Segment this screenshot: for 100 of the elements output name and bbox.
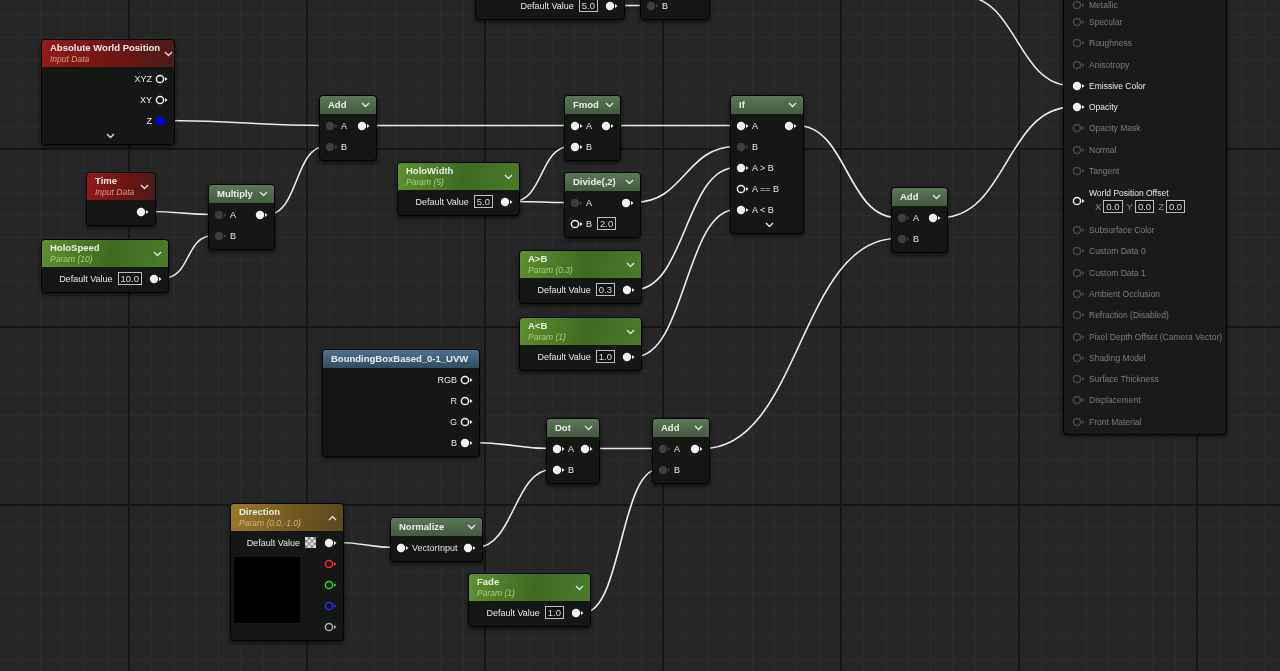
pin-label: A == B bbox=[752, 183, 780, 194]
connection-pin[interactable] bbox=[463, 542, 476, 553]
connection-pin[interactable] bbox=[1072, 102, 1085, 113]
connection-pin[interactable] bbox=[324, 621, 337, 632]
connection-pin[interactable] bbox=[460, 416, 473, 427]
connection-pin[interactable] bbox=[324, 579, 337, 590]
chevron-icon[interactable] bbox=[164, 50, 174, 57]
node-title: Divide(,2) bbox=[573, 176, 616, 188]
connection-pin[interactable] bbox=[460, 395, 473, 406]
value-field[interactable]: 0.0 bbox=[1165, 200, 1186, 214]
node-title: If bbox=[739, 99, 745, 111]
connection-pin[interactable] bbox=[149, 273, 162, 284]
pin-label: B bbox=[341, 141, 347, 152]
node-title: HoloWidth bbox=[406, 165, 454, 177]
connection-pin[interactable] bbox=[570, 120, 583, 131]
pin-label: Default Value bbox=[59, 273, 113, 284]
node-title: Fmod bbox=[573, 99, 599, 111]
connection-pin[interactable] bbox=[324, 537, 337, 548]
chevron-icon[interactable] bbox=[140, 183, 149, 190]
pin-label: Emissive Color bbox=[1089, 80, 1146, 91]
connection-pin[interactable] bbox=[396, 542, 409, 553]
connection-pin[interactable] bbox=[1072, 195, 1085, 206]
connection-pin[interactable] bbox=[1072, 80, 1085, 91]
connection-pin[interactable] bbox=[622, 351, 635, 362]
chevron-icon[interactable] bbox=[328, 514, 337, 521]
node-title: Add bbox=[328, 99, 347, 111]
node-subtitle: Param (1) bbox=[528, 332, 566, 343]
connection-pin[interactable] bbox=[571, 607, 584, 618]
value-field[interactable]: 0.0 bbox=[1103, 200, 1123, 214]
node-title: A>B bbox=[528, 253, 549, 265]
axis-label: Y bbox=[1126, 201, 1133, 213]
pin-label: Z bbox=[146, 115, 152, 126]
pin-label: Opacity Mask bbox=[1089, 123, 1141, 134]
pin-label: A bbox=[913, 212, 919, 223]
value-field[interactable]: 0.0 bbox=[1134, 200, 1155, 214]
pin-label: Roughness bbox=[1089, 38, 1132, 49]
connection-pin[interactable] bbox=[580, 443, 593, 454]
connection-pin[interactable] bbox=[570, 218, 583, 229]
value-field[interactable]: 5.0 bbox=[578, 0, 598, 12]
node-subtitle: Param (10) bbox=[50, 254, 94, 265]
connection-pin[interactable] bbox=[552, 443, 565, 454]
connection-pin[interactable] bbox=[622, 284, 635, 295]
connection-pin[interactable] bbox=[570, 141, 583, 152]
node-title: Time bbox=[95, 175, 118, 187]
connection-pin[interactable] bbox=[621, 197, 634, 208]
connection-pin[interactable] bbox=[601, 120, 614, 131]
connection-pin[interactable] bbox=[460, 374, 473, 385]
pin-label: Shading Model bbox=[1089, 352, 1146, 363]
axis-label: X bbox=[1095, 201, 1102, 213]
connection-pin[interactable] bbox=[136, 206, 149, 217]
connection-pin[interactable] bbox=[552, 464, 565, 475]
pin-label: Pixel Depth Offset (Camera Vector) bbox=[1089, 331, 1223, 342]
value-field[interactable]: 10.0 bbox=[117, 272, 142, 285]
connection-pin[interactable] bbox=[255, 209, 268, 220]
connection-pin[interactable] bbox=[460, 437, 473, 448]
node-title: Fade bbox=[477, 576, 501, 588]
pin-label: Ambient Occlusion bbox=[1089, 289, 1160, 299]
connection-pin[interactable] bbox=[736, 120, 749, 131]
pin-label: R bbox=[450, 395, 457, 406]
connection-pin[interactable] bbox=[736, 162, 749, 173]
connection-pin[interactable] bbox=[357, 120, 370, 131]
chevron-icon[interactable] bbox=[105, 133, 115, 139]
node-title: Multiply bbox=[217, 188, 253, 200]
node-title: Normalize bbox=[399, 521, 445, 533]
pin-label: Custom Data 1 bbox=[1089, 267, 1146, 278]
pin-label: Default Value bbox=[537, 351, 591, 362]
value-field[interactable]: 1.0 bbox=[544, 606, 564, 619]
pin-label: A bbox=[230, 209, 236, 220]
node-subtitle: Input Data bbox=[50, 54, 91, 65]
pin-label: A bbox=[586, 197, 592, 208]
node-subtitle: Input Data bbox=[95, 187, 135, 198]
chevron-icon[interactable] bbox=[764, 222, 774, 228]
connection-pin[interactable] bbox=[736, 183, 749, 194]
connection-pin[interactable] bbox=[500, 196, 513, 207]
pin-label: Default Value bbox=[486, 607, 540, 618]
pin-label: A < B bbox=[752, 204, 774, 215]
pin-label: A bbox=[674, 443, 680, 454]
connection-pin[interactable] bbox=[784, 120, 797, 131]
connection-pin[interactable] bbox=[736, 204, 749, 215]
pin-label: A bbox=[586, 120, 592, 131]
pin-label: Tangent bbox=[1089, 166, 1120, 176]
value-field[interactable]: 5.0 bbox=[473, 195, 493, 208]
connection-pin[interactable] bbox=[155, 73, 168, 84]
node-title: Add bbox=[661, 422, 680, 434]
pin-label: B bbox=[451, 437, 457, 448]
node-title: Direction bbox=[239, 506, 282, 518]
node-title: HoloSpeed bbox=[50, 242, 100, 254]
pin-label: B bbox=[586, 218, 592, 229]
pin-label: Default Value bbox=[415, 196, 469, 207]
connection-pin[interactable] bbox=[690, 443, 703, 454]
node-subtitle: Param (5) bbox=[406, 177, 445, 188]
pin-label: A bbox=[568, 443, 574, 454]
connection-pin[interactable] bbox=[605, 0, 618, 11]
value-field[interactable]: 2.0 bbox=[597, 217, 617, 230]
pin-label: B bbox=[568, 464, 574, 475]
value-field[interactable]: 1.0 bbox=[595, 350, 615, 363]
connection-pin[interactable] bbox=[928, 212, 941, 223]
connection-pin[interactable] bbox=[155, 94, 168, 105]
value-field[interactable]: 0.3 bbox=[595, 283, 615, 296]
axis-label: Z bbox=[1158, 201, 1164, 213]
